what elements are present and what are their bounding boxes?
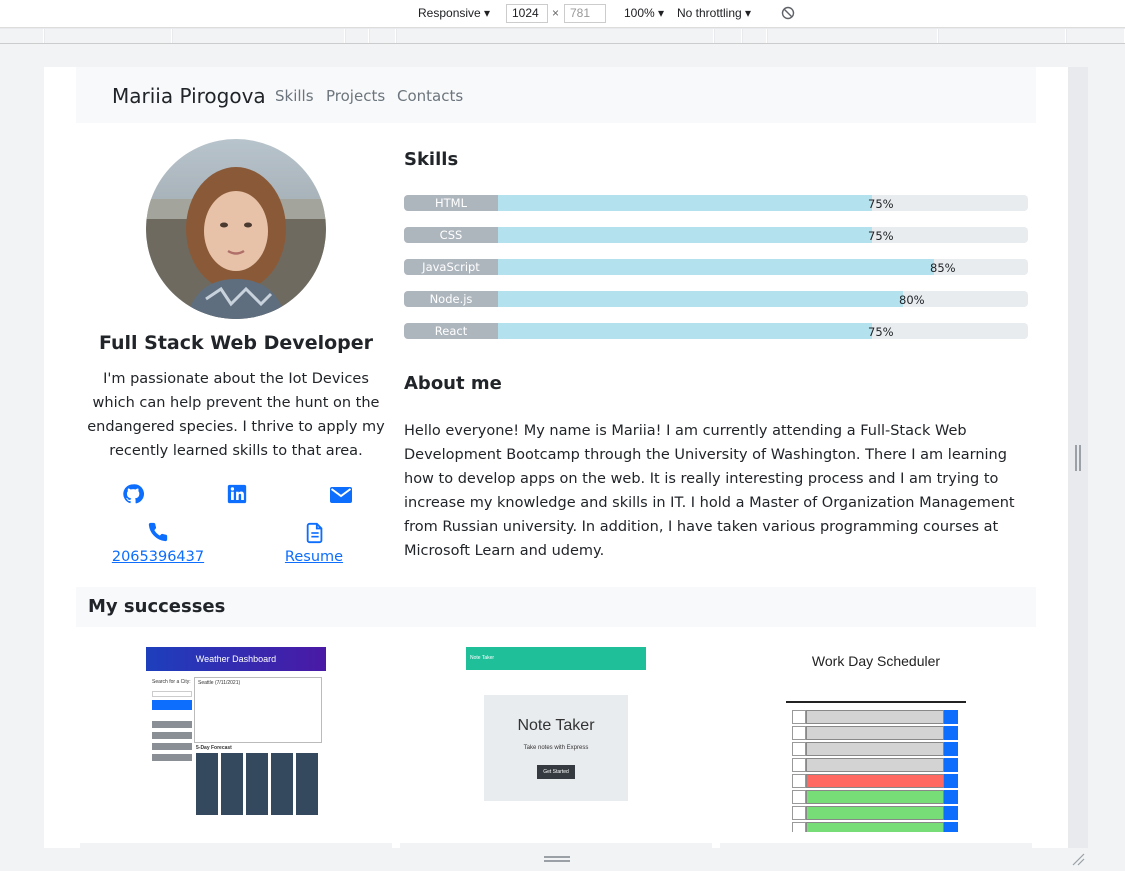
skill-bar: Node.js 80% [404, 291, 1028, 307]
card-footer-strip [720, 843, 1032, 848]
notetaker-thumb-subtitle: Take notes with Express [523, 745, 589, 751]
notetaker-thumb-button: Get Started [537, 765, 575, 779]
skill-name: HTML [404, 195, 498, 211]
weather-thumb-city: Seattle (7/11/2021) [198, 680, 241, 686]
page-viewport: Mariia Pirogova Skills Projects Contacts [44, 67, 1068, 848]
successes-heading: My successes [88, 596, 226, 617]
skill-bar: React 75% [404, 323, 1028, 339]
skill-percent: 75% [868, 197, 894, 211]
weather-thumb-forecast: 5-Day Forecast [196, 745, 232, 751]
nav-link-contacts[interactable]: Contacts [397, 87, 463, 105]
phone-icon[interactable] [146, 521, 170, 543]
skill-name: Node.js [404, 291, 498, 307]
nav-link-skills[interactable]: Skills [275, 87, 314, 105]
avatar [146, 139, 326, 319]
resume-link[interactable]: Resume [274, 549, 354, 565]
project-thumb-weather[interactable]: Weather Dashboard Search for a City: Sea… [146, 647, 326, 817]
resize-handle-right[interactable] [1075, 445, 1081, 471]
resize-corner-icon[interactable] [1071, 852, 1085, 866]
card-footer-strip [80, 843, 392, 848]
skill-fill [498, 227, 872, 243]
skills-heading: Skills [404, 149, 459, 170]
skill-percent: 85% [930, 261, 956, 275]
phone-link[interactable]: 2065396437 [98, 549, 218, 565]
skill-bar: CSS 75% [404, 227, 1028, 243]
throttling-label: No throttling [677, 6, 742, 20]
skill-percent: 80% [899, 293, 925, 307]
width-input[interactable]: 1024 [506, 4, 548, 23]
envelope-icon[interactable] [329, 484, 353, 506]
skill-name: React [404, 323, 498, 339]
skill-fill [498, 291, 903, 307]
skill-percent: 75% [868, 325, 894, 339]
zoom-label: 100% [624, 6, 655, 20]
notetaker-thumb-nav: Note Taker [466, 647, 646, 670]
device-label: Responsive [418, 6, 481, 20]
devtools-toolbar: Responsive ▾ 1024 × 781 100% ▾ No thrott… [0, 0, 1125, 28]
successes-header: My successes [76, 587, 1036, 627]
bio-text: I'm passionate about the Iot Devices whi… [87, 371, 385, 459]
skill-bar: HTML 75% [404, 195, 1028, 211]
about-text: Hello everyone! My name is Mariia! I am … [404, 423, 1015, 559]
skill-fill [498, 195, 872, 211]
navbar: Mariia Pirogova Skills Projects Contacts [76, 67, 1036, 123]
nav-link-projects[interactable]: Projects [326, 87, 385, 105]
media-query-ruler[interactable] [0, 28, 1125, 44]
file-icon[interactable] [303, 522, 327, 544]
card-footer-strip [400, 843, 712, 848]
dimension-separator: × [552, 6, 560, 20]
weather-thumb-search-label: Search for a City: [152, 679, 191, 685]
resize-handle-bottom[interactable] [544, 856, 570, 862]
skill-bar: JavaScript 85% [404, 259, 1028, 275]
skill-fill [498, 323, 872, 339]
project-thumb-scheduler[interactable]: Work Day Scheduler [786, 647, 966, 832]
github-icon[interactable] [121, 483, 145, 505]
rotate-icon[interactable] [781, 6, 795, 20]
skill-percent: 75% [868, 229, 894, 243]
weather-thumb-title: Weather Dashboard [146, 647, 326, 671]
zoom-select[interactable]: 100% ▾ [624, 6, 664, 20]
role-heading: Full Stack Web Developer [98, 332, 374, 354]
linkedin-icon[interactable] [225, 483, 249, 505]
skill-name: CSS [404, 227, 498, 243]
skill-fill [498, 259, 934, 275]
project-thumb-notetaker[interactable]: Note Taker Note Taker Take notes with Ex… [466, 647, 646, 801]
notetaker-thumb-title: Note Taker [517, 717, 595, 734]
notetaker-thumb-hero: Note Taker Take notes with Express Get S… [484, 695, 628, 801]
about-heading: About me [404, 373, 502, 394]
device-select[interactable]: Responsive ▾ [418, 6, 490, 20]
scheduler-thumb-title: Work Day Scheduler [811, 653, 941, 669]
brand-link[interactable]: Mariia Pirogova [112, 84, 266, 108]
height-input[interactable]: 781 [564, 4, 606, 23]
skill-name: JavaScript [404, 259, 498, 275]
throttling-select[interactable]: No throttling ▾ [677, 6, 751, 20]
